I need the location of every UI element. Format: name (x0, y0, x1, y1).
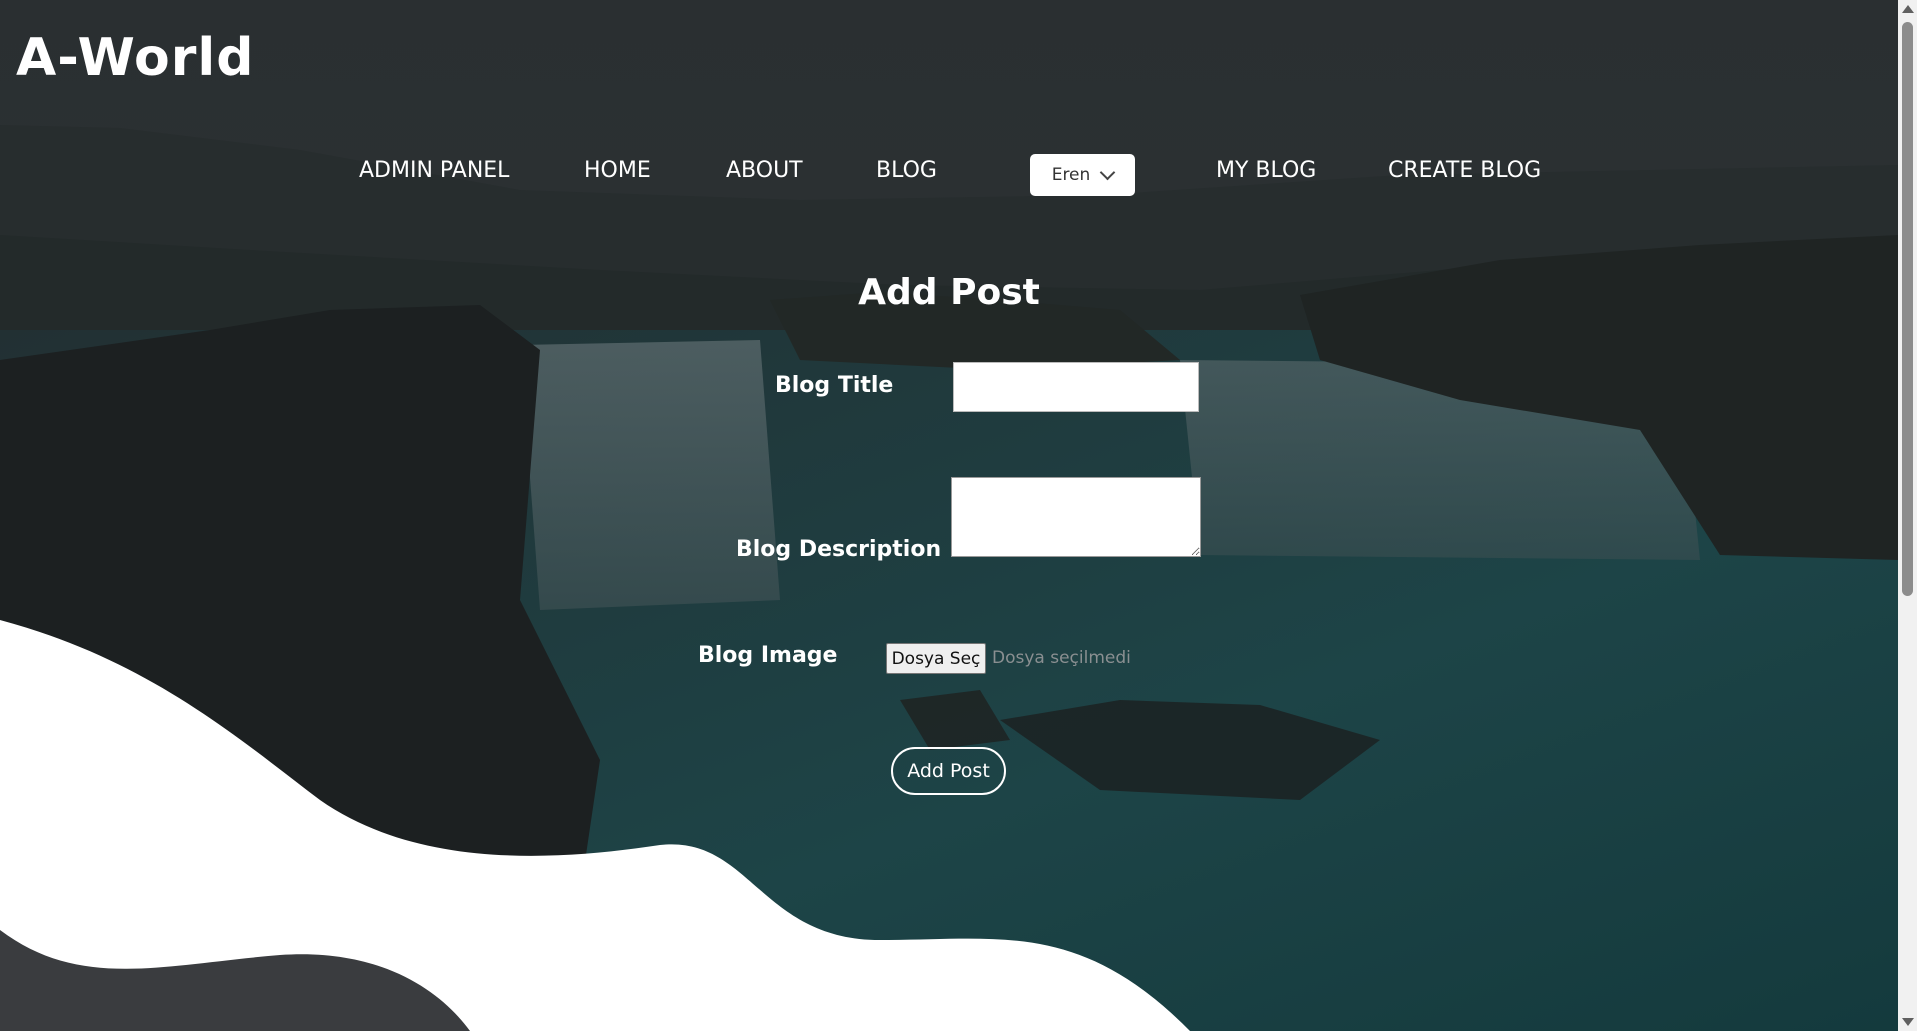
nav-admin-panel[interactable]: ADMIN PANEL (359, 158, 509, 183)
blog-description-textarea[interactable] (951, 477, 1201, 557)
add-post-button[interactable]: Add Post (891, 747, 1006, 795)
vertical-scrollbar[interactable] (1898, 0, 1917, 1031)
choose-file-button[interactable]: Dosya Seç (886, 643, 986, 674)
nav-create-blog[interactable]: CREATE BLOG (1388, 158, 1541, 183)
blog-title-label: Blog Title (775, 373, 894, 398)
scroll-up-arrow-icon[interactable] (1902, 5, 1914, 13)
page-title: Add Post (858, 272, 1040, 313)
nav-my-blog[interactable]: MY BLOG (1216, 158, 1316, 183)
nav-blog[interactable]: BLOG (876, 158, 937, 183)
file-status-text: Dosya seçilmedi (992, 648, 1131, 668)
blog-image-label: Blog Image (698, 643, 838, 668)
blog-description-label: Blog Description (736, 537, 942, 562)
nav-home[interactable]: HOME (584, 158, 651, 183)
main-nav: ADMIN PANEL HOME ABOUT BLOG Eren MY BLOG… (0, 154, 1898, 200)
scroll-down-arrow-icon[interactable] (1902, 1018, 1914, 1026)
site-logo[interactable]: A-World (16, 28, 254, 88)
user-menu-label: Eren (1051, 165, 1091, 185)
nav-about[interactable]: ABOUT (726, 158, 803, 183)
user-menu-dropdown[interactable]: Eren (1030, 154, 1135, 196)
chevron-down-icon (1100, 164, 1116, 180)
scrollbar-thumb[interactable] (1902, 22, 1913, 596)
blog-title-input[interactable] (953, 362, 1199, 412)
